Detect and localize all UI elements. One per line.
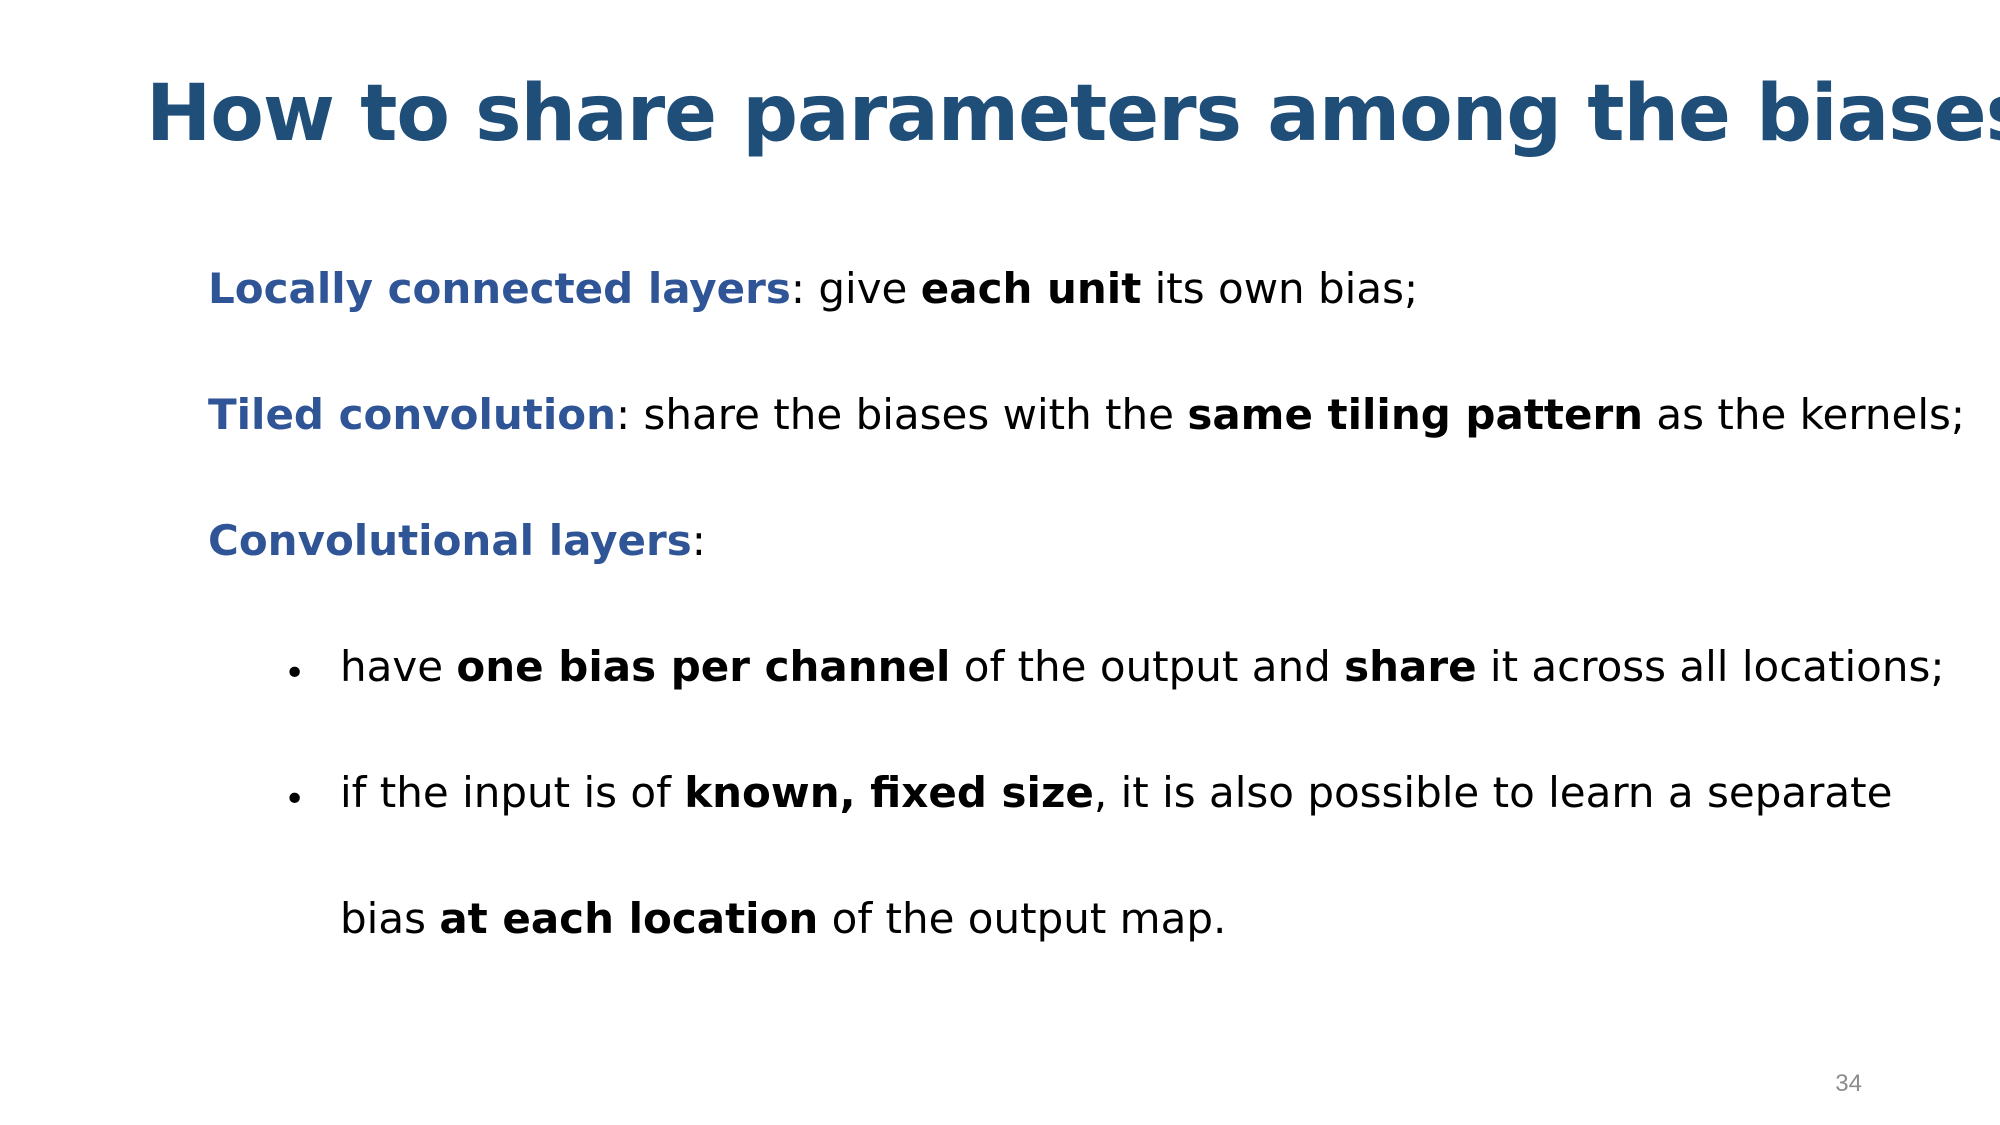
bullet-text: have — [340, 642, 457, 691]
bullet-text: of the output and — [950, 642, 1345, 691]
item-text: its own bias; — [1141, 264, 1419, 313]
item-tiled-convolution: Tiled convolution: share the biases with… — [208, 390, 1965, 440]
bullet-bold-text: one bias per channel — [456, 642, 951, 691]
bullet-bold-text: at each location — [439, 894, 819, 943]
item-bold-text: same tiling pattern — [1187, 390, 1644, 439]
item-text: : — [691, 516, 706, 565]
bullet-text: it across all locations; — [1476, 642, 1945, 691]
term-convolutional-layers: Convolutional layers — [208, 516, 692, 565]
slide-title: How to share parameters among the biases — [146, 69, 2000, 159]
bullet-text: of the output map. — [818, 894, 1227, 943]
bullet-bold-text: share — [1344, 642, 1477, 691]
item-convolutional-layers: Convolutional layers: — [208, 516, 706, 566]
bullet-text: , it is also possible to learn a separat… — [1093, 768, 1893, 817]
item-locally-connected: Locally connected layers: give each unit… — [208, 264, 1418, 314]
bullet-item-fixed-size-continued: bias at each location of the output map. — [340, 894, 1226, 944]
item-bold-text: each unit — [920, 264, 1142, 313]
slide: How to share parameters among the biases… — [0, 0, 2000, 1125]
bullet-icon: • — [284, 653, 306, 694]
term-tiled-convolution: Tiled convolution — [208, 390, 617, 439]
bullet-text: bias — [340, 894, 440, 943]
item-text: as the kernels; — [1643, 390, 1966, 439]
item-text: : give — [790, 264, 921, 313]
page-number: 34 — [1835, 1070, 1862, 1097]
bullet-text: if the input is of — [340, 768, 685, 817]
bullet-bold-text: known, fixed size — [684, 768, 1094, 817]
bullet-icon: • — [284, 779, 306, 820]
bullet-item-one-bias: have one bias per channel of the output … — [340, 642, 1945, 692]
bullet-item-fixed-size: if the input is of known, fixed size, it… — [340, 768, 1892, 818]
term-locally-connected: Locally connected layers — [208, 264, 791, 313]
item-text: : share the biases with the — [616, 390, 1188, 439]
